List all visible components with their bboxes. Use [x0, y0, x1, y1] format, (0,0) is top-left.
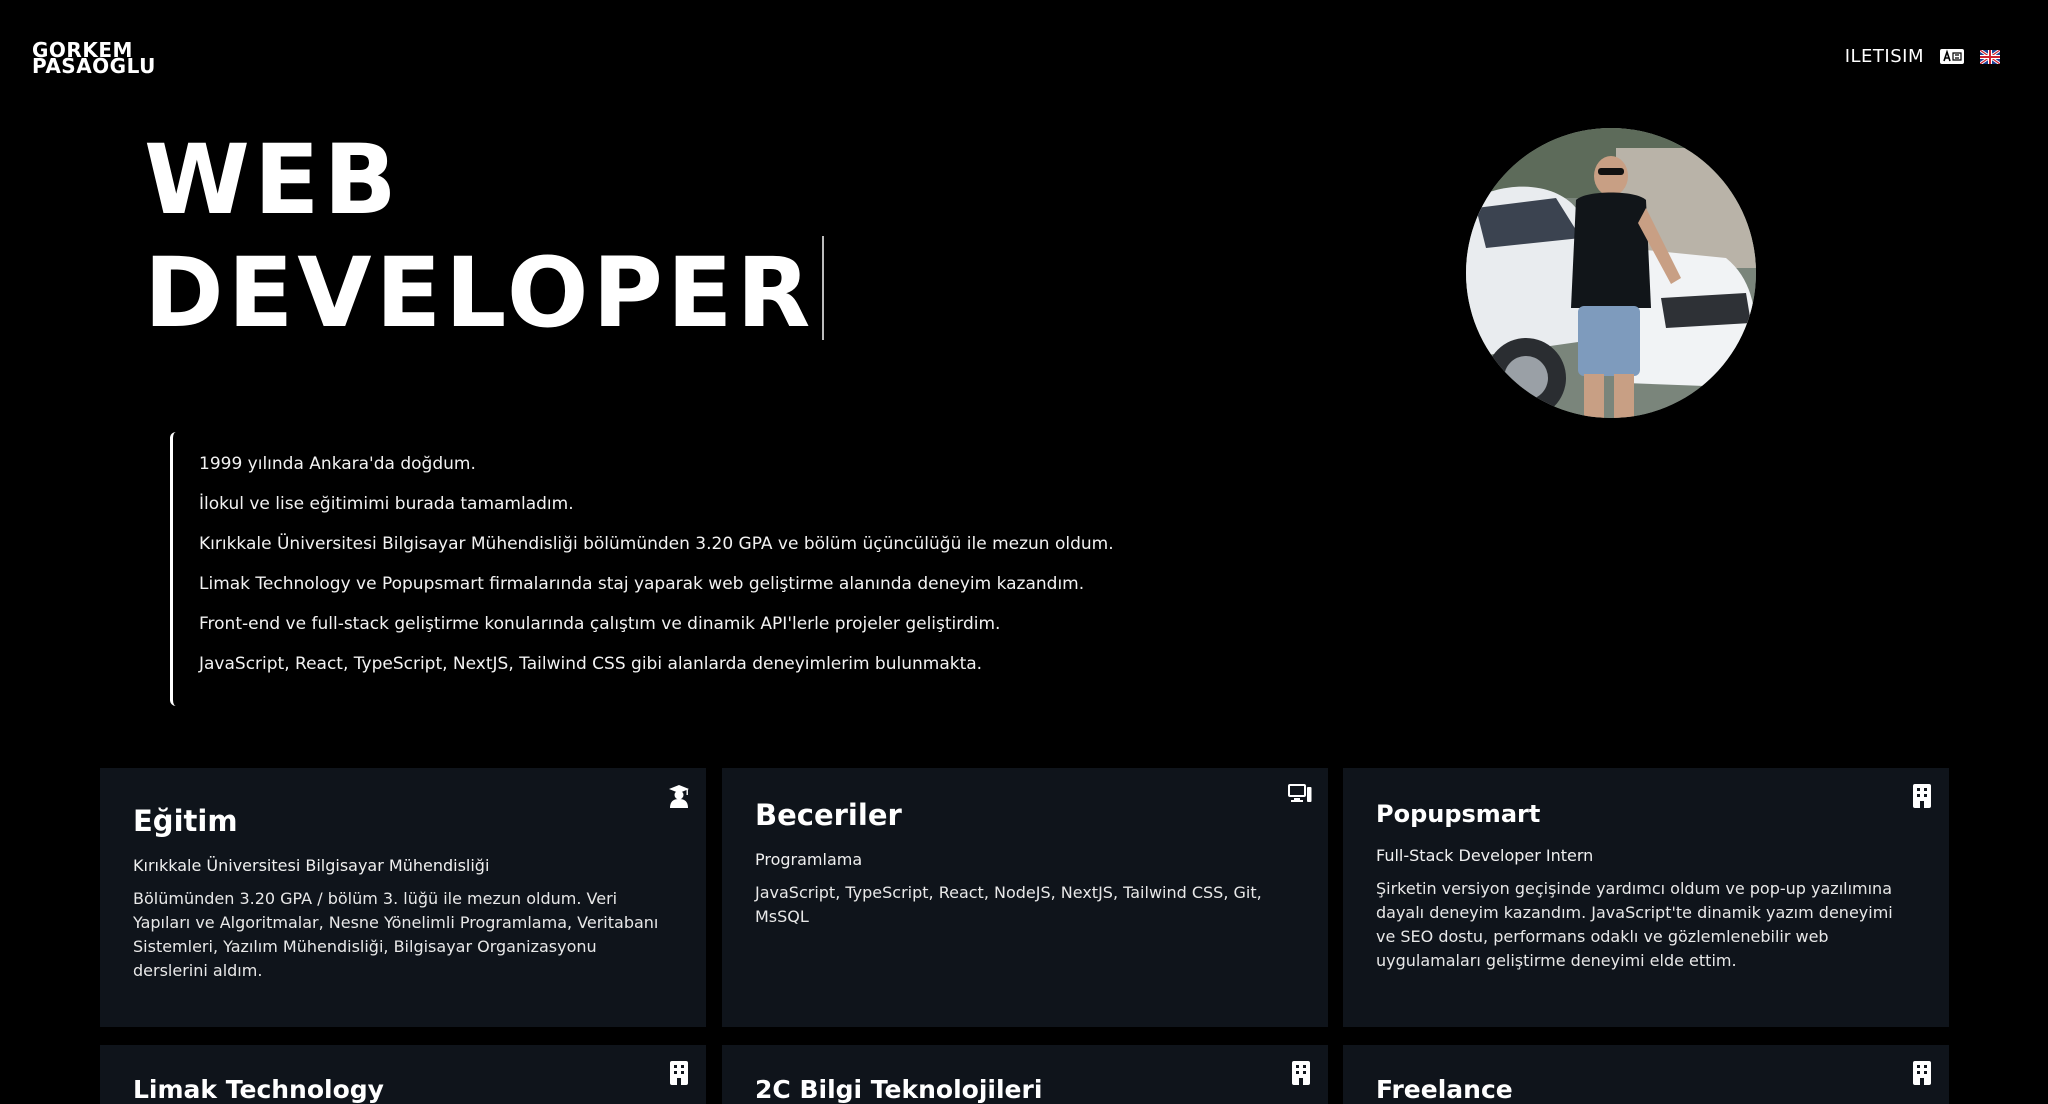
bio-line-3: Kırıkkale Üniversitesi Bilgisayar Mühend…: [199, 534, 1114, 554]
card-title: Freelance: [1376, 1075, 1513, 1104]
card-education: Eğitim Kırıkkale Üniversitesi Bilgisayar…: [100, 768, 706, 1027]
card-title: Beceriler: [755, 798, 902, 832]
hero-line-2: DEVELOPER: [144, 236, 825, 349]
hero-title: WEB DEVELOPER: [144, 124, 825, 349]
card-popupsmart: Popupsmart Full-Stack Developer Intern Ş…: [1343, 768, 1949, 1027]
card-description: JavaScript, TypeScript, React, NodeJS, N…: [755, 883, 1262, 926]
bio-line-2: İlokul ve lise eğitimimi burada tamamlad…: [199, 494, 574, 514]
hero-line-1: WEB: [144, 124, 401, 236]
card-title: Eğitim: [133, 804, 238, 838]
card-skills: Beceriler Programlama JavaScript, TypeSc…: [722, 768, 1328, 1027]
brand-logo[interactable]: GORKEM PASAOGLU: [32, 40, 156, 78]
card-subtitle: Kırıkkale Üniversitesi Bilgisayar Mühend…: [133, 856, 490, 875]
uk-flag-icon[interactable]: [1980, 49, 2000, 64]
translate-icon[interactable]: [1940, 49, 1964, 64]
bio-line-1: 1999 yılında Ankara'da doğdum.: [199, 454, 476, 474]
building-icon: [1913, 1061, 1931, 1085]
typing-caret: [822, 236, 825, 340]
graduate-icon: [669, 785, 689, 808]
card-title: Popupsmart: [1376, 800, 1541, 828]
top-nav: ILETISIM: [1845, 46, 2000, 67]
bio-line-4: Limak Technology ve Popupsmart firmaları…: [199, 574, 1085, 594]
bio-section: 1999 yılında Ankara'da doğdum. İlokul ve…: [170, 432, 1230, 706]
bio-line-5: Front-end ve full-stack geliştirme konul…: [199, 614, 1001, 634]
card-title: 2C Bilgi Teknolojileri: [755, 1075, 1043, 1104]
building-icon: [1913, 784, 1931, 808]
hero-line-2-text: DEVELOPER: [144, 237, 815, 349]
card-2c: 2C Bilgi Teknolojileri: [722, 1045, 1328, 1104]
card-limak: Limak Technology: [100, 1045, 706, 1104]
profile-photo: [1466, 128, 1756, 418]
card-title: Limak Technology: [133, 1075, 384, 1104]
card-subtitle: Full-Stack Developer Intern: [1376, 846, 1594, 865]
nav-contact-link[interactable]: ILETISIM: [1845, 46, 1924, 67]
profile-photo-illustration: [1466, 128, 1756, 418]
card-subtitle: Programlama: [755, 850, 863, 869]
building-icon: [1292, 1061, 1310, 1085]
card-freelance: Freelance: [1343, 1045, 1949, 1104]
page: GORKEM PASAOGLU ILETISIM WEB DEVELOPER 1…: [0, 0, 2048, 1104]
bio-line-6: JavaScript, React, TypeScript, NextJS, T…: [199, 654, 983, 674]
computer-icon: [1288, 784, 1312, 802]
card-description: Bölümünden 3.20 GPA / bölüm 3. lüğü ile …: [133, 889, 659, 980]
card-description: Şirketin versiyon geçişinde yardımcı old…: [1376, 879, 1893, 970]
building-icon: [670, 1061, 688, 1085]
brand-line-2: PASAOGLU: [32, 54, 156, 78]
